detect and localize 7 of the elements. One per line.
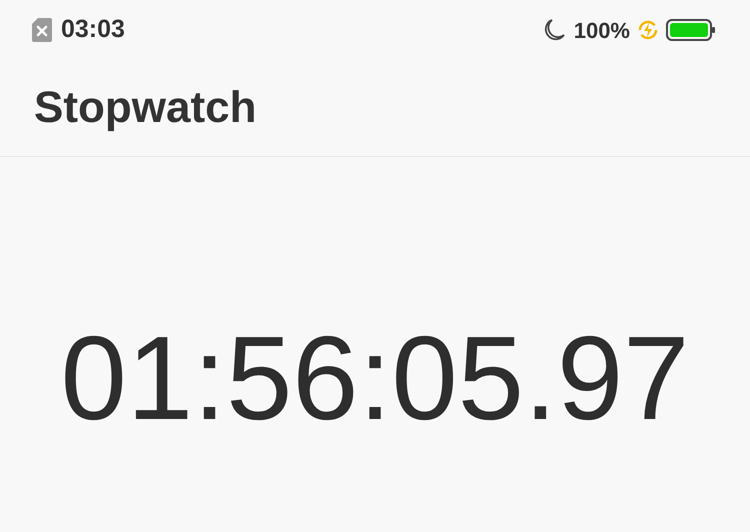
battery-percent: 100% (574, 16, 630, 44)
sim-card-icon (32, 18, 52, 42)
elapsed-time: 01:56:05.97 (60, 319, 690, 438)
page-title: Stopwatch (34, 86, 256, 130)
battery-icon (666, 19, 716, 41)
charging-icon (638, 20, 658, 40)
status-time: 03:03 (61, 14, 125, 46)
